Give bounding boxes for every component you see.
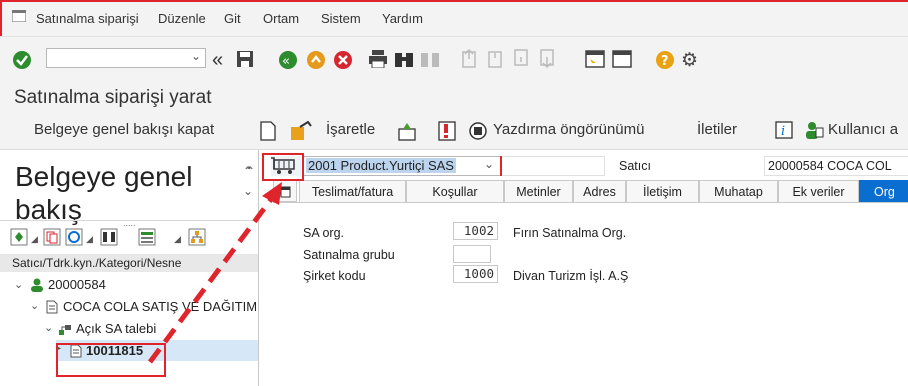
annotation-arrow: [147, 182, 282, 364]
